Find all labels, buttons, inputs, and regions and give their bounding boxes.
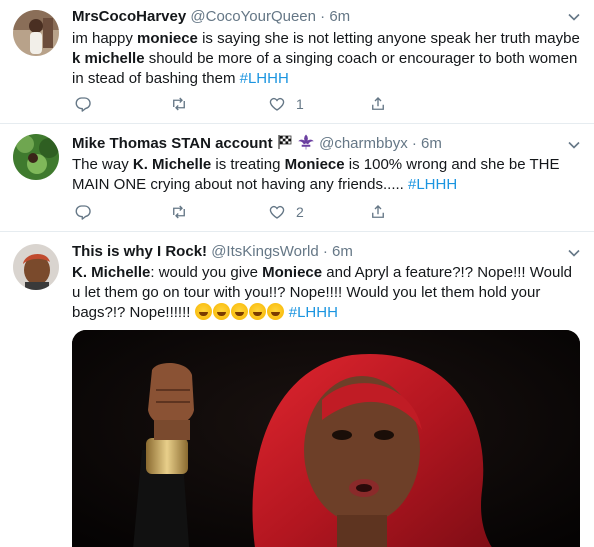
laughing-emoji-icon [248, 303, 266, 320]
text-segment: is treating [211, 156, 285, 173]
laughing-emoji-icon [194, 303, 212, 320]
text-segment: should be more of a singing coach or enc… [72, 50, 578, 87]
laughing-emoji-icon [230, 303, 248, 320]
chevron-down-icon[interactable] [568, 11, 580, 23]
avatar[interactable] [13, 10, 59, 56]
chevron-down-icon[interactable] [568, 247, 580, 259]
retweet-button[interactable] [170, 94, 188, 114]
separator: · [320, 8, 326, 25]
text-segment: : would you give [150, 264, 263, 281]
like-count: 1 [296, 96, 304, 112]
reply-button[interactable] [74, 94, 92, 114]
separator: · [411, 135, 417, 152]
tweet-text: K. Michelle: would you give Moniece and … [72, 263, 582, 323]
reply-button[interactable] [74, 202, 92, 222]
avatar[interactable] [13, 244, 59, 290]
avatar[interactable] [13, 134, 59, 180]
checkered-flag-icon [278, 135, 292, 149]
emoji-group [194, 303, 285, 321]
timeline-feed: MrsCocoHarvey @CocoYourQueen · 6m im hap… [0, 0, 594, 547]
text-segment: is saying she is not letting anyone spea… [197, 30, 580, 47]
user-handle[interactable]: @ItsKingsWorld [211, 243, 318, 260]
tweet-actions: 2 [72, 202, 402, 222]
user-handle[interactable]: @CocoYourQueen [190, 8, 316, 25]
text-segment: The way [72, 156, 133, 173]
tweet-header: This is why I Rock! @ItsKingsWorld · 6m [72, 242, 582, 262]
bold-text: k michelle [72, 50, 145, 67]
timestamp[interactable]: 6m [421, 135, 442, 152]
fleur-de-lis-icon [298, 134, 314, 150]
timestamp[interactable]: 6m [329, 8, 350, 25]
display-name[interactable]: Mike Thomas STAN account [72, 135, 273, 152]
tweet-actions: 1 [72, 94, 402, 114]
tweet-header: Mike Thomas STAN account @charmbbyx · 6m [72, 134, 582, 154]
hashtag-link[interactable]: #LHHH [289, 304, 338, 321]
retweet-button[interactable] [170, 202, 188, 222]
reply-icon [75, 97, 91, 112]
laughing-emoji-icon [212, 303, 230, 320]
bold-text: moniece [137, 30, 198, 47]
bold-text: K. Michelle [132, 156, 212, 173]
share-icon [372, 97, 384, 110]
bold-text: Moniece [284, 156, 345, 173]
tweet-1[interactable]: MrsCocoHarvey @CocoYourQueen · 6m im hap… [0, 0, 594, 124]
retweet-icon [173, 97, 185, 111]
bold-text: Moniece [262, 264, 323, 281]
tweet-2[interactable]: Mike Thomas STAN account @charmbbyx · 6m… [0, 124, 594, 232]
separator: · [322, 243, 328, 260]
share-button[interactable] [369, 202, 387, 222]
like-button[interactable]: 2 [268, 202, 304, 222]
share-icon [372, 205, 384, 218]
tweet-text: im happy moniece is saying she is not le… [72, 29, 582, 89]
heart-icon [269, 205, 285, 219]
like-count: 2 [296, 204, 304, 220]
tweet-media-gif[interactable] [72, 330, 580, 547]
tweet-text: The way K. Michelle is treating Moniece … [72, 155, 582, 195]
hashtag-link[interactable]: #LHHH [408, 176, 457, 193]
display-name[interactable]: MrsCocoHarvey [72, 8, 186, 25]
display-name[interactable]: This is why I Rock! [72, 243, 207, 260]
text-segment: im happy [72, 30, 138, 47]
like-button[interactable]: 1 [268, 94, 304, 114]
timestamp[interactable]: 6m [332, 243, 353, 260]
share-button[interactable] [369, 94, 387, 114]
bold-text: K. Michelle [72, 264, 151, 281]
chevron-down-icon[interactable] [568, 139, 580, 151]
hashtag-link[interactable]: #LHHH [240, 70, 289, 87]
reply-icon [75, 205, 91, 220]
retweet-icon [173, 205, 185, 219]
laughing-emoji-icon [266, 303, 284, 320]
heart-icon [269, 97, 285, 111]
user-handle[interactable]: @charmbbyx [319, 135, 408, 152]
tweet-header: MrsCocoHarvey @CocoYourQueen · 6m [72, 7, 582, 27]
